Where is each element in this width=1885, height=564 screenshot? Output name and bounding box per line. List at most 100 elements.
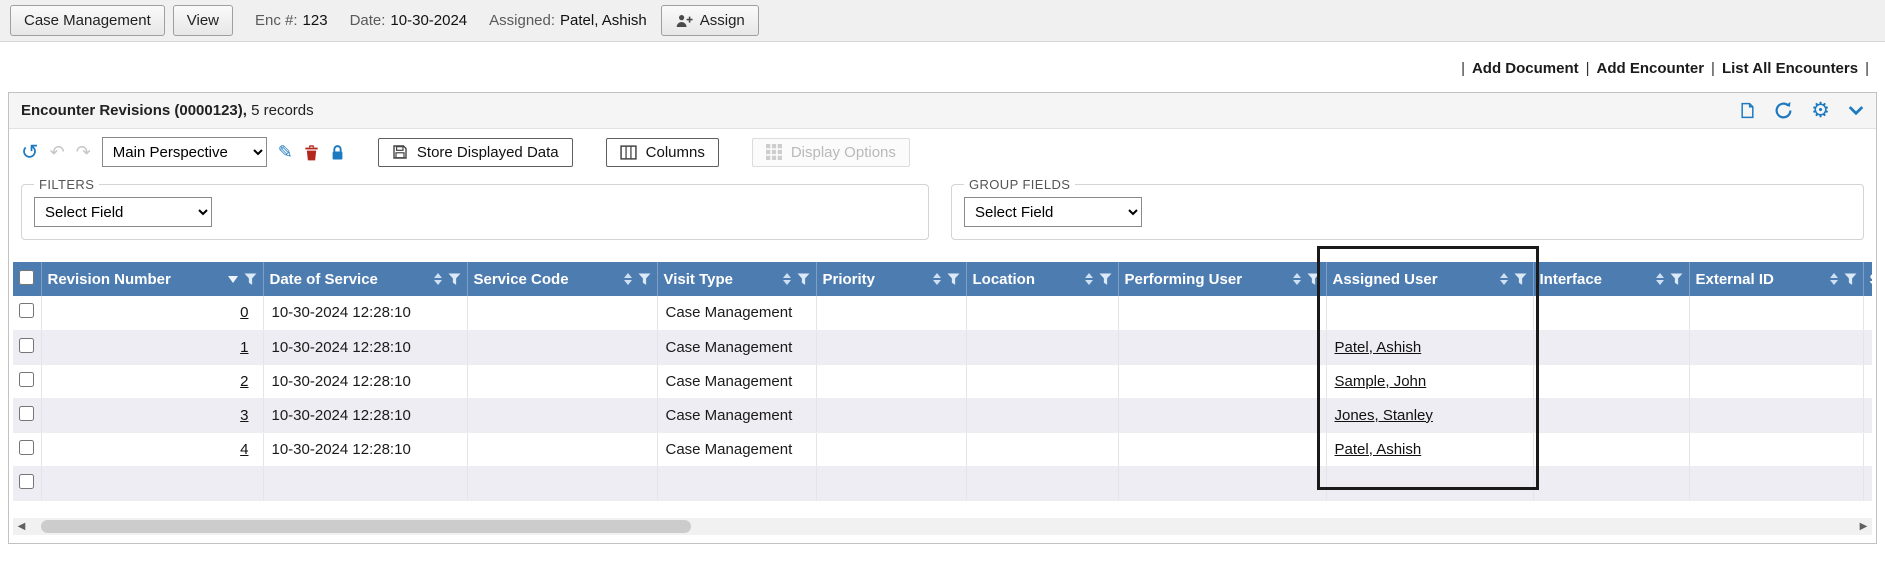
revision-link[interactable]: 4 [240, 441, 248, 458]
filter-funnel-icon[interactable] [947, 273, 960, 286]
revision-link[interactable]: 2 [240, 373, 248, 390]
delete-perspective-trash-icon[interactable] [304, 144, 319, 161]
filter-funnel-icon[interactable] [797, 273, 810, 286]
cell-location [966, 432, 1118, 466]
column-header-revision-number[interactable]: Revision Number [41, 262, 263, 296]
sort-descending-icon[interactable] [228, 276, 238, 283]
gear-icon[interactable]: ⚙ [1811, 100, 1830, 121]
column-label: Location [973, 271, 1036, 288]
scrollbar-thumb[interactable] [41, 520, 691, 533]
select-all-checkbox[interactable] [19, 270, 34, 285]
filter-funnel-icon[interactable] [638, 273, 651, 286]
list-all-encounters-link[interactable]: List All Encounters [1722, 60, 1858, 77]
row-checkbox[interactable] [19, 372, 34, 387]
row-checkbox[interactable] [19, 406, 34, 421]
reset-perspective-icon[interactable]: ↺ [21, 142, 39, 163]
store-displayed-data-button[interactable]: Store Displayed Data [378, 138, 573, 167]
cell-cutoff [1863, 432, 1872, 466]
columns-button[interactable]: Columns [606, 138, 719, 167]
cell-priority [816, 432, 966, 466]
lock-perspective-icon[interactable] [330, 144, 345, 161]
cell-interface [1533, 364, 1689, 398]
column-label: Interface [1540, 271, 1603, 288]
column-label: S [1870, 271, 1873, 288]
cell-priority [816, 364, 966, 398]
cell-external-id [1689, 432, 1863, 466]
column-label: Assigned User [1333, 271, 1438, 288]
perspective-select[interactable]: Main Perspective [102, 137, 267, 167]
edit-perspective-pencil-icon[interactable]: ✎ [278, 143, 293, 161]
filter-funnel-icon[interactable] [1670, 273, 1683, 286]
cell-service-code [467, 398, 657, 432]
filter-funnel-icon[interactable] [1844, 273, 1857, 286]
sort-icon[interactable] [434, 273, 442, 285]
sort-icon[interactable] [1085, 273, 1093, 285]
column-header-cutoff[interactable]: S [1863, 262, 1872, 296]
column-header-external-id[interactable]: External ID [1689, 262, 1863, 296]
filter-funnel-icon[interactable] [244, 273, 257, 286]
cell-visit-type: Case Management [657, 364, 816, 398]
horizontal-scrollbar[interactable]: ◀ ▶ [13, 518, 1872, 535]
add-document-link[interactable]: Add Document [1472, 60, 1579, 77]
filter-funnel-icon[interactable] [1307, 273, 1320, 286]
row-checkbox[interactable] [19, 338, 34, 353]
table-row: 1 10-30-2024 12:28:10 Case Management Pa… [13, 330, 1872, 364]
group-field-select[interactable]: Select Field [964, 197, 1142, 227]
revision-link[interactable]: 3 [240, 407, 248, 424]
sort-icon[interactable] [1500, 273, 1508, 285]
refresh-icon[interactable] [1774, 101, 1793, 120]
assign-button[interactable]: Assign [661, 5, 759, 36]
column-header-interface[interactable]: Interface [1533, 262, 1689, 296]
filter-funnel-icon[interactable] [1099, 273, 1112, 286]
cell-cutoff [1863, 398, 1872, 432]
columns-icon [620, 145, 637, 160]
cell-visit-type: Case Management [657, 296, 816, 330]
row-checkbox[interactable] [19, 440, 34, 455]
sort-icon[interactable] [933, 273, 941, 285]
row-checkbox[interactable] [19, 474, 34, 489]
collapse-panel-chevron-icon[interactable] [1848, 105, 1864, 116]
column-header-location[interactable]: Location [966, 262, 1118, 296]
cell-visit-type: Case Management [657, 432, 816, 466]
revision-link[interactable]: 1 [240, 339, 248, 356]
assigned-user-link[interactable]: Sample, John [1335, 373, 1427, 390]
add-encounter-link[interactable]: Add Encounter [1597, 60, 1705, 77]
cell-performing-user [1118, 296, 1326, 330]
cell-service-code [467, 330, 657, 364]
sort-icon[interactable] [783, 273, 791, 285]
new-document-icon[interactable] [1739, 102, 1756, 119]
revision-link[interactable]: 0 [240, 304, 248, 321]
sort-icon[interactable] [1830, 273, 1838, 285]
column-header-date-of-service[interactable]: Date of Service [263, 262, 467, 296]
cell-empty [263, 466, 467, 500]
assigned-user-link[interactable]: Jones, Stanley [1335, 407, 1433, 424]
save-icon [392, 144, 408, 160]
filter-funnel-icon[interactable] [448, 273, 461, 286]
view-button[interactable]: View [173, 5, 233, 36]
filters-field-select[interactable]: Select Field [34, 197, 212, 227]
cell-empty [1689, 466, 1863, 500]
sort-icon[interactable] [624, 273, 632, 285]
filter-group-row: FILTERS Select Field GROUP FIELDS Select… [9, 175, 1876, 250]
assigned-user-link[interactable]: Patel, Ashish [1335, 339, 1422, 356]
case-management-button[interactable]: Case Management [10, 5, 165, 36]
filter-funnel-icon[interactable] [1514, 273, 1527, 286]
column-header-assigned-user[interactable]: Assigned User [1326, 262, 1533, 296]
sort-icon[interactable] [1656, 273, 1664, 285]
cell-external-id [1689, 296, 1863, 330]
column-header-performing-user[interactable]: Performing User [1118, 262, 1326, 296]
column-header-service-code[interactable]: Service Code [467, 262, 657, 296]
row-checkbox[interactable] [19, 303, 34, 318]
sort-icon[interactable] [1293, 273, 1301, 285]
assigned-user-link[interactable]: Patel, Ashish [1335, 441, 1422, 458]
cell-empty [1326, 466, 1533, 500]
column-header-visit-type[interactable]: Visit Type [657, 262, 816, 296]
scroll-right-arrow-icon[interactable]: ▶ [1855, 518, 1872, 535]
cell-empty [657, 466, 816, 500]
column-header-priority[interactable]: Priority [816, 262, 966, 296]
assign-button-label: Assign [700, 12, 745, 29]
column-label: Visit Type [664, 271, 733, 288]
display-options-button: Display Options [752, 138, 910, 167]
cell-empty [966, 466, 1118, 500]
scroll-left-arrow-icon[interactable]: ◀ [13, 518, 30, 535]
